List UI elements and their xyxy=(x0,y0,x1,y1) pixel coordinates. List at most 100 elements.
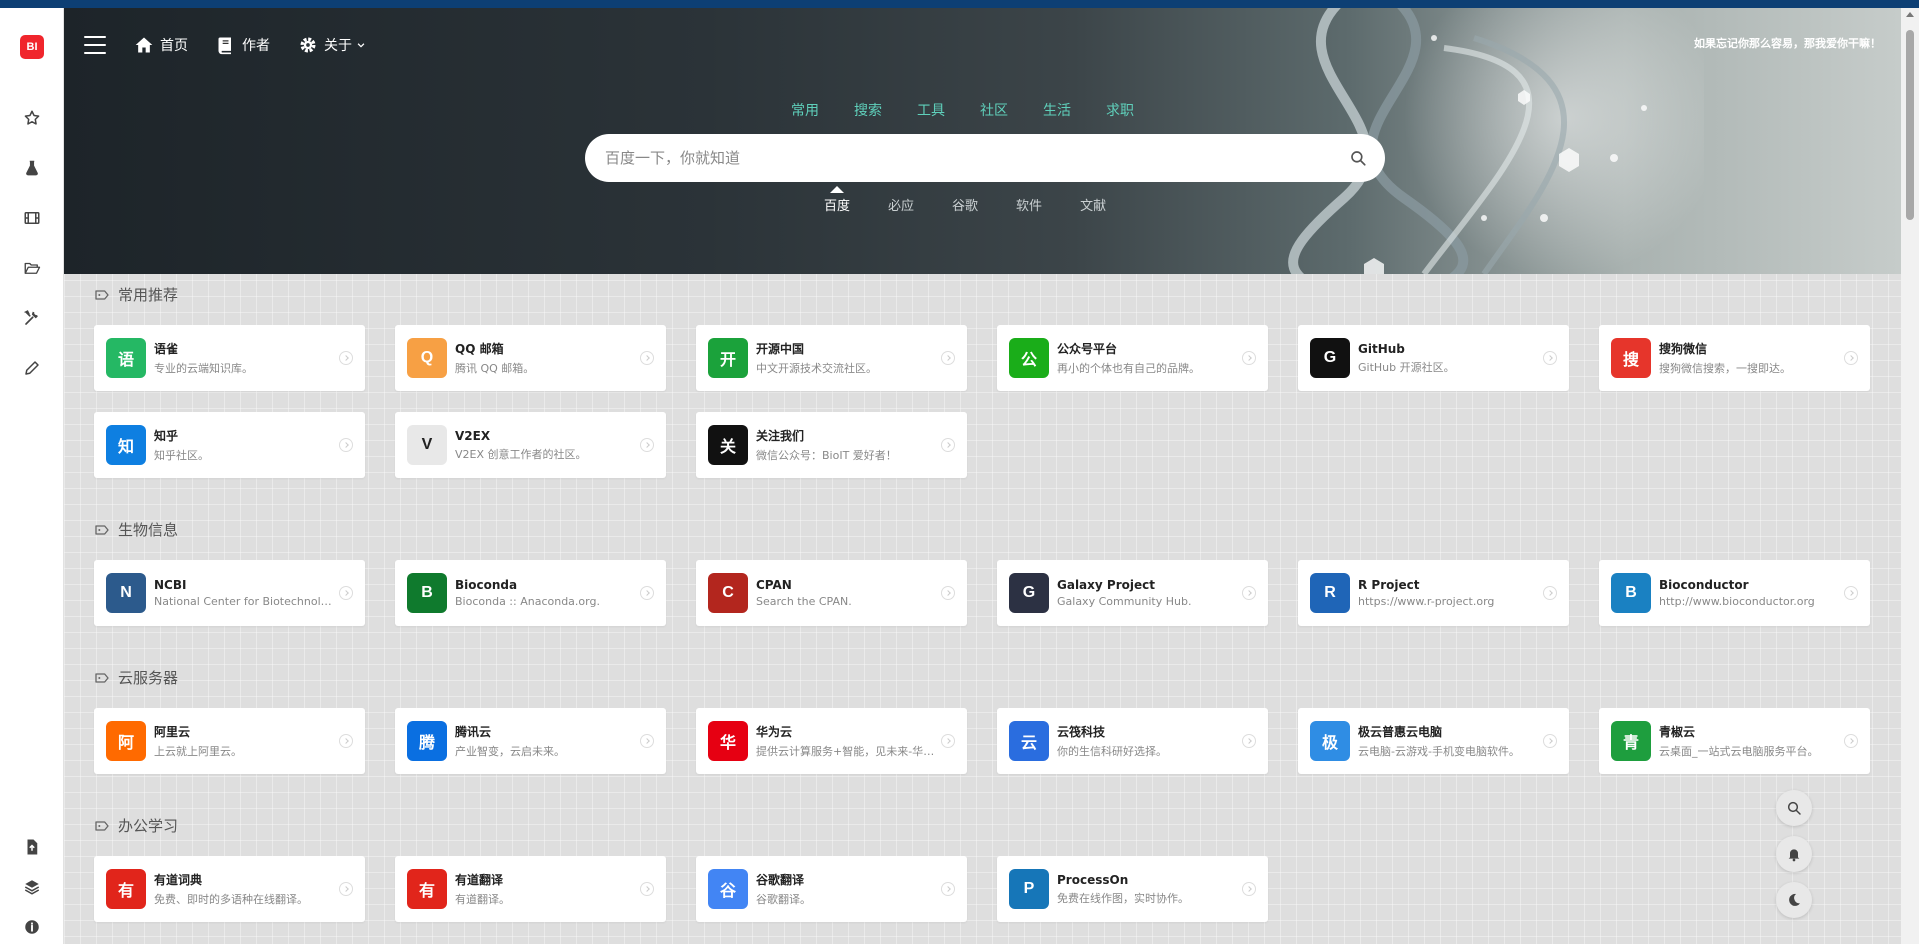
site-card[interactable]: 华华为云提供云计算服务+智能，见未来-华为云。 xyxy=(696,708,967,774)
search-icon[interactable] xyxy=(1349,149,1367,167)
category-tab[interactable]: 社区 xyxy=(980,100,1008,120)
chevron-right-icon[interactable] xyxy=(1844,351,1858,365)
engine-tab-literature[interactable]: 文献 xyxy=(1080,195,1106,214)
card-title: 公众号平台 xyxy=(1057,342,1118,356)
chevron-right-icon[interactable] xyxy=(339,734,353,748)
site-card[interactable]: 语语雀 专业的云端知识库。 xyxy=(94,325,365,391)
site-card[interactable]: 青青椒云 云桌面_一站式云电脑服务平台。 xyxy=(1599,708,1870,774)
card-text: 谷歌翻译 谷歌翻译。 xyxy=(756,871,935,907)
chevron-right-icon[interactable] xyxy=(1242,351,1256,365)
site-card[interactable]: R R Project https://www.r-project.org xyxy=(1298,560,1569,626)
chevron-right-icon[interactable] xyxy=(1543,734,1557,748)
card-description: 专业的云端知识库。 xyxy=(154,362,253,375)
card-description: 提供云计算服务+智能，见未来-华为云。 xyxy=(756,745,935,758)
layers-icon[interactable] xyxy=(20,875,44,899)
site-card[interactable]: 云云筏科技 你的生信科研好选择。 xyxy=(997,708,1268,774)
chevron-right-icon[interactable] xyxy=(1844,734,1858,748)
chevron-right-icon[interactable] xyxy=(941,586,955,600)
site-card[interactable]: 有有道词典 免费、即时的多语种在线翻译。 xyxy=(94,856,365,922)
sogou-logo: 搜 xyxy=(1611,338,1651,378)
chevron-right-icon[interactable] xyxy=(339,438,353,452)
engine-tab-google[interactable]: 谷歌 xyxy=(952,195,978,214)
chevron-right-icon[interactable] xyxy=(1242,882,1256,896)
engine-tab-baidu[interactable]: 百度 xyxy=(824,186,850,214)
site-card[interactable]: V V2EX V2EX 创意工作者的社区。 xyxy=(395,412,666,478)
engine-tab-bing[interactable]: 必应 xyxy=(888,195,914,214)
chevron-right-icon[interactable] xyxy=(941,351,955,365)
card-text: ProcessOn 免费在线作图，实时协作。 xyxy=(1057,873,1236,906)
card-text: 有道翻译 有道翻译。 xyxy=(455,871,634,907)
float-search-button[interactable] xyxy=(1776,790,1812,826)
float-notification-button[interactable] xyxy=(1776,836,1812,872)
site-card[interactable]: B Bioconda Bioconda :: Anaconda.org. xyxy=(395,560,666,626)
nav-home[interactable]: 首页 xyxy=(134,35,188,55)
site-card[interactable]: 关关注我们 微信公众号：BioIT 爱好者！ xyxy=(696,412,967,478)
site-card[interactable]: N NCBI National Center for Biotechnology I… xyxy=(94,560,365,626)
site-card[interactable]: 有有道翻译 有道翻译。 xyxy=(395,856,666,922)
site-card[interactable]: B Bioconductor http://www.bioconductor.org xyxy=(1599,560,1870,626)
site-card[interactable]: G Galaxy Project Galaxy Community Hub. xyxy=(997,560,1268,626)
chevron-right-icon[interactable] xyxy=(640,882,654,896)
category-tab[interactable]: 工具 xyxy=(917,100,945,120)
film-icon[interactable] xyxy=(20,206,44,230)
category-tab[interactable]: 搜索 xyxy=(854,100,882,120)
site-card[interactable]: C CPAN Search the CPAN. xyxy=(696,560,967,626)
card-text: QQ 邮箱 腾讯 QQ 邮箱。 xyxy=(455,340,634,376)
chevron-right-icon[interactable] xyxy=(941,734,955,748)
page-scrollbar[interactable] xyxy=(1901,8,1919,944)
left-sidebar: BI xyxy=(0,8,64,944)
category-tab[interactable]: 生活 xyxy=(1043,100,1071,120)
site-card[interactable]: 知知乎 知乎社区。 xyxy=(94,412,365,478)
site-card[interactable]: G GitHub GitHub 开源社区。 xyxy=(1298,325,1569,391)
chevron-right-icon[interactable] xyxy=(941,882,955,896)
site-logo[interactable]: BI xyxy=(20,35,44,59)
top-nav: 首页 作者 关于 xyxy=(84,30,400,60)
card-title: 知乎 xyxy=(154,429,179,443)
scroll-up-arrow-icon[interactable] xyxy=(1906,12,1914,17)
search-input[interactable] xyxy=(605,149,1349,167)
site-card[interactable]: P ProcessOn 免费在线作图，实时协作。 xyxy=(997,856,1268,922)
card-text: Bioconductor http://www.bioconductor.org xyxy=(1659,578,1838,608)
folder-open-icon[interactable] xyxy=(20,256,44,280)
nav-about[interactable]: 关于 xyxy=(298,35,372,55)
card-text: 极云普惠云电脑 云电脑-云游戏-手机变电脑软件。 xyxy=(1358,723,1537,759)
info-icon[interactable] xyxy=(20,915,44,939)
float-theme-button[interactable] xyxy=(1776,882,1812,918)
site-card[interactable]: 开开源中国 中文开源技术交流社区。 xyxy=(696,325,967,391)
site-card[interactable]: 阿阿里云 上云就上阿里云。 xyxy=(94,708,365,774)
chevron-right-icon[interactable] xyxy=(941,438,955,452)
scroll-thumb[interactable] xyxy=(1906,30,1914,220)
chevron-right-icon[interactable] xyxy=(1543,586,1557,600)
chevron-right-icon[interactable] xyxy=(1844,586,1858,600)
chevron-right-icon[interactable] xyxy=(339,586,353,600)
chevron-right-icon[interactable] xyxy=(640,351,654,365)
chevron-right-icon[interactable] xyxy=(1242,734,1256,748)
chevron-right-icon[interactable] xyxy=(339,882,353,896)
chevron-right-icon[interactable] xyxy=(1242,586,1256,600)
chevron-right-icon[interactable] xyxy=(339,351,353,365)
nav-author[interactable]: 作者 xyxy=(216,35,270,55)
category-tab[interactable]: 求职 xyxy=(1106,100,1134,120)
site-card[interactable]: 谷谷歌翻译 谷歌翻译。 xyxy=(696,856,967,922)
category-tab[interactable]: 常用 xyxy=(791,100,819,120)
file-upload-icon[interactable] xyxy=(20,835,44,859)
card-description: 免费在线作图，实时协作。 xyxy=(1057,891,1189,905)
star-icon[interactable] xyxy=(20,106,44,130)
site-card[interactable]: 搜搜狗微信 搜狗微信搜索，一搜即达。 xyxy=(1599,325,1870,391)
site-card[interactable]: 腾腾讯云 产业智变，云启未来。 xyxy=(395,708,666,774)
flask-icon[interactable] xyxy=(20,156,44,180)
tools-icon[interactable] xyxy=(20,306,44,330)
site-card[interactable]: 极极云普惠云电脑 云电脑-云游戏-手机变电脑软件。 xyxy=(1298,708,1569,774)
chevron-right-icon[interactable] xyxy=(640,438,654,452)
zhihu-logo: 知 xyxy=(106,425,146,465)
chevron-right-icon[interactable] xyxy=(1543,351,1557,365)
pencil-icon[interactable] xyxy=(20,356,44,380)
card-description: Galaxy Community Hub. xyxy=(1057,595,1192,608)
search-icon xyxy=(1787,801,1801,815)
chevron-right-icon[interactable] xyxy=(640,586,654,600)
site-card[interactable]: Q QQ 邮箱 腾讯 QQ 邮箱。 xyxy=(395,325,666,391)
menu-icon[interactable] xyxy=(84,36,106,54)
engine-tab-software[interactable]: 软件 xyxy=(1016,195,1042,214)
site-card[interactable]: 公公众号平台 再小的个体也有自己的品牌。 xyxy=(997,325,1268,391)
chevron-right-icon[interactable] xyxy=(640,734,654,748)
